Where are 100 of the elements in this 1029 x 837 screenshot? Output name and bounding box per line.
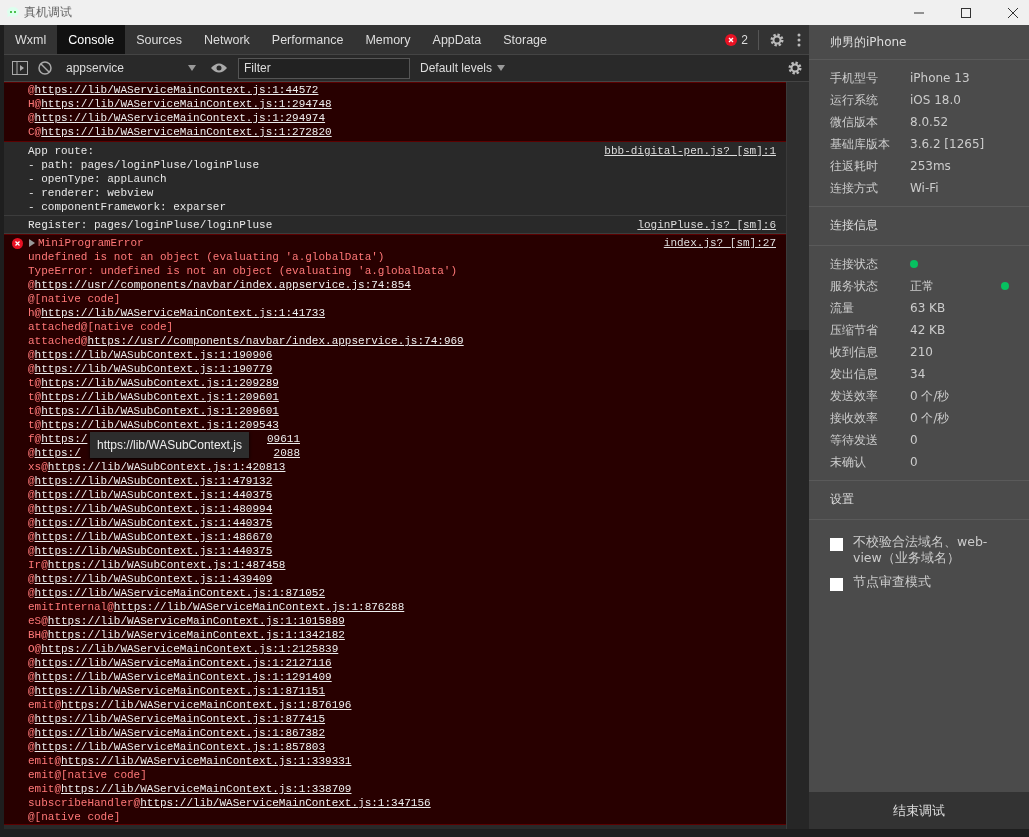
- stack-frame: Ir@https://lib/WASubContext.js:1:487458: [28, 559, 286, 571]
- stack-frame: H@https://lib/WAServiceMainContext.js:1:294748: [28, 97, 786, 111]
- devtools-tab[interactable]: Sources: [125, 25, 193, 54]
- info-label: 未确认: [830, 453, 867, 471]
- stack-frame: @https://lib/WASubContext.js:1:440375: [28, 545, 273, 557]
- info-value: 63 KB: [910, 301, 946, 315]
- info-value: 253ms: [910, 159, 951, 173]
- stack-frame: 09611: [267, 432, 300, 446]
- stack-frame: BH@https://lib/WAServiceMainContext.js:1:1342182: [28, 629, 345, 641]
- info-label: 基础库版本: [830, 135, 891, 153]
- stack-frame: C@https://lib/WAServiceMainContext.js:1:272820: [28, 125, 786, 139]
- eye-icon[interactable]: [210, 62, 228, 74]
- section-title: 设置: [809, 481, 1029, 520]
- devtools-tab[interactable]: Console: [57, 25, 126, 54]
- stack-frame: t@https://lib/WASubContext.js:1:209601: [28, 405, 279, 417]
- info-value: 42 KB: [910, 323, 946, 337]
- window-title: 真机调试: [24, 4, 72, 21]
- info-value: 0: [910, 455, 918, 469]
- devtools-tab[interactable]: Wxml: [4, 25, 58, 54]
- error-count: 2: [741, 32, 748, 47]
- stack-frame: O@https://lib/WAServiceMainContext.js:1:2125839: [28, 643, 339, 655]
- stack-frame: xs@https://lib/WASubContext.js:1:420813: [28, 461, 286, 473]
- log-text: App route:: [28, 144, 95, 158]
- status-dot: [910, 260, 918, 268]
- devtools-tab[interactable]: AppData: [421, 25, 493, 54]
- more-icon[interactable]: [797, 32, 801, 47]
- caret-icon: [188, 65, 196, 71]
- info-value: 3.6.2 [1265]: [910, 137, 985, 151]
- filter-field[interactable]: Filter: [238, 57, 410, 79]
- expand-arrow-icon[interactable]: [29, 239, 35, 247]
- settings-icon[interactable]: [787, 60, 803, 76]
- device-name: 帅男的iPhone: [809, 25, 1029, 60]
- stack-frame: attached@[native code]: [28, 321, 174, 333]
- clear-icon[interactable]: [38, 61, 52, 75]
- devtools-tab[interactable]: Performance: [260, 25, 355, 54]
- source-link[interactable]: loginPluse.js? [sm]:6: [637, 218, 776, 232]
- info-value: iPhone 13: [910, 71, 970, 85]
- info-value: 0: [910, 433, 918, 447]
- stack-frame: @https://lib/WAServiceMainContext.js:1:294974: [28, 111, 786, 125]
- info-value: 210: [910, 345, 933, 359]
- context-dropdown[interactable]: appservice: [62, 61, 200, 75]
- stack-frame: @https://lib/WAServiceMainContext.js:1:857803: [28, 741, 326, 753]
- info-value: 0 个/秒: [910, 409, 950, 427]
- source-link[interactable]: bbb-digital-pen.js? [sm]:1: [604, 144, 776, 158]
- stack-frame: emit@[native code]: [28, 769, 147, 781]
- info-label: 收到信息: [830, 343, 879, 361]
- info-value: iOS 18.0: [910, 93, 961, 107]
- info-label: 连接方式: [830, 179, 879, 197]
- info-label: 接收效率: [830, 409, 879, 427]
- info-label: 压缩节省: [830, 321, 879, 339]
- stack-frame: emit@https://lib/WAServiceMainContext.js:1:339331: [28, 755, 352, 767]
- stack-frame: f@https:/: [28, 432, 88, 446]
- stack-frame: t@https://lib/WASubContext.js:1:209601: [28, 391, 279, 403]
- stack-frame: @https://lib/WAServiceMainContext.js:1:1291409: [28, 671, 332, 683]
- stack-frame: emit@https://lib/WAServiceMainContext.js:1:876196: [28, 699, 352, 711]
- log-text: - componentFramework: exparser: [28, 200, 228, 214]
- settings-icon[interactable]: [769, 31, 785, 48]
- info-label: 发出信息: [830, 365, 879, 383]
- info-label: 流量: [830, 299, 855, 317]
- stack-frame: @https://lib/WASubContext.js:1:190906: [28, 349, 273, 361]
- info-value: 34: [910, 367, 926, 381]
- devtools-tab[interactable]: Memory: [354, 25, 422, 54]
- stack-frame: eS@https://lib/WAServiceMainContext.js:1:1015889: [28, 615, 345, 627]
- info-label: 手机型号: [830, 69, 879, 87]
- log-text: - renderer: webview: [28, 186, 155, 200]
- devtools-tab[interactable]: Storage: [492, 25, 558, 54]
- stack-frame: @https://lib/WAServiceMainContext.js:1:871052: [28, 587, 326, 599]
- devtools-tab[interactable]: Network: [193, 25, 261, 54]
- stack-frame: @https://lib/WASubContext.js:1:440375: [28, 489, 273, 501]
- levels-dropdown[interactable]: Default levels: [420, 61, 506, 75]
- info-label: 发送效率: [830, 387, 879, 405]
- status-dot: [1001, 282, 1009, 290]
- section-title: 连接信息: [809, 207, 1029, 246]
- stack-frame: @https://lib/WASubContext.js:1:190779: [28, 363, 273, 375]
- source-link[interactable]: index.js? [sm]:27: [663, 236, 776, 250]
- stack-frame: @https://lib/WAServiceMainContext.js:1:44572: [28, 83, 786, 97]
- info-value: Wi-Fi: [910, 181, 939, 195]
- stack-frame: @https://lib/WASubContext.js:1:480994: [28, 503, 273, 515]
- maximize-icon[interactable]: [960, 6, 972, 19]
- info-value: 正常: [910, 277, 934, 295]
- error-title: MiniProgramError: [38, 236, 144, 250]
- info-label: 服务状态: [830, 277, 879, 295]
- error-message: TypeError: undefined is not an object (evaluating 'a.globalData'): [28, 264, 459, 278]
- end-debug-button[interactable]: 结束调试: [809, 792, 1029, 829]
- stack-frame: @https://lib/WAServiceMainContext.js:1:2127116: [28, 657, 332, 669]
- stack-frame: @https://lib/WAServiceMainContext.js:1:877415: [28, 713, 326, 725]
- log-text: - openType: appLaunch: [28, 172, 168, 186]
- error-icon: [725, 33, 738, 46]
- option-label: 不校验合法域名、web-view（业务域名）: [853, 534, 989, 566]
- close-icon[interactable]: [1007, 6, 1019, 19]
- checkbox[interactable]: [830, 538, 843, 551]
- scrollbar-thumb[interactable]: [787, 330, 809, 829]
- checkbox[interactable]: [830, 578, 843, 591]
- error-message: undefined is not an object (evaluating 'a.globalData'): [28, 250, 386, 264]
- info-value: 0 个/秒: [910, 387, 950, 405]
- stack-frame: @[native code]: [28, 293, 121, 305]
- stack-frame: @https:/: [28, 446, 81, 460]
- sidebar-toggle-icon[interactable]: [12, 61, 28, 75]
- stack-frame: h@https://lib/WAServiceMainContext.js:1:41733: [28, 307, 326, 319]
- log-text: Register: pages/loginPluse/loginPluse: [28, 218, 274, 232]
